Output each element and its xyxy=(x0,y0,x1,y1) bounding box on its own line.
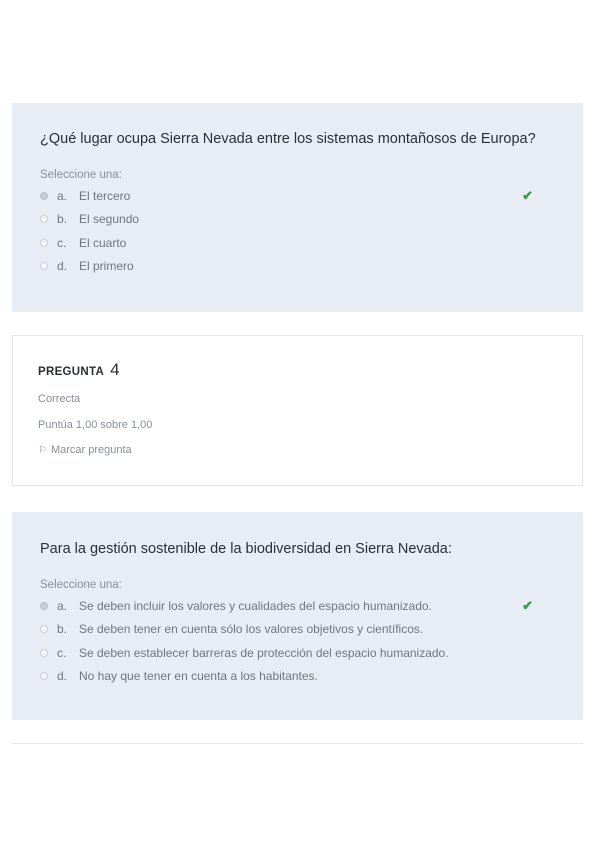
option-label: El cuarto xyxy=(79,235,127,250)
radio-icon[interactable] xyxy=(40,648,48,657)
question-number: 4 xyxy=(110,360,120,379)
question-4-option-d[interactable]: d. No hay que tener en cuenta a los habi… xyxy=(40,665,555,689)
question-4-info: PREGUNTA 4 Correcta Puntúa 1,00 sobre 1,… xyxy=(12,335,583,486)
flag-question-link[interactable]: ⚐ Marcar pregunta xyxy=(38,444,557,456)
check-icon: ✔ xyxy=(522,597,533,613)
question-label: PREGUNTA xyxy=(38,366,105,378)
radio-icon[interactable] xyxy=(40,262,48,271)
question-3-option-c[interactable]: c. El cuarto xyxy=(40,231,555,255)
question-3-text: ¿Qué lugar ocupa Sierra Nevada entre los… xyxy=(40,131,536,147)
radio-selected-icon[interactable] xyxy=(40,601,48,610)
option-letter: d. xyxy=(57,669,68,684)
option-letter: a. xyxy=(57,188,68,203)
radio-icon[interactable] xyxy=(40,215,48,224)
option-label: Se deben incluir los valores y cualidade… xyxy=(79,598,432,613)
question-3-option-d[interactable]: d. El primero xyxy=(40,255,555,279)
check-icon: ✔ xyxy=(522,187,533,203)
option-label: El tercero xyxy=(79,188,131,203)
radio-selected-icon[interactable] xyxy=(40,191,48,200)
option-letter: a. xyxy=(57,598,68,613)
section-divider xyxy=(12,743,583,744)
question-3-option-a[interactable]: a. El tercero ✔ xyxy=(40,184,555,208)
option-letter: d. xyxy=(57,259,68,274)
flag-icon: ⚐ xyxy=(38,444,47,456)
question-3-option-b[interactable]: b. El segundo xyxy=(40,208,555,232)
question-status: Correcta xyxy=(38,393,81,405)
radio-icon[interactable] xyxy=(40,238,48,247)
option-letter: b. xyxy=(57,622,68,637)
question-4-text: Para la gestión sostenible de la biodive… xyxy=(40,541,452,557)
option-label: El segundo xyxy=(79,212,140,227)
question-4-prompt: Seleccione una: xyxy=(40,579,122,591)
option-label: Se deben establecer barreras de protecci… xyxy=(79,645,449,660)
question-4-option-a[interactable]: a. Se deben incluir los valores y cualid… xyxy=(40,594,555,618)
question-4-option-c[interactable]: c. Se deben establecer barreras de prote… xyxy=(40,641,555,665)
option-letter: c. xyxy=(57,235,67,250)
option-letter: b. xyxy=(57,212,68,227)
option-label: No hay que tener en cuenta a los habitan… xyxy=(79,669,318,684)
question-4-panel: Para la gestión sostenible de la biodive… xyxy=(12,512,583,720)
question-score: Puntúa 1,00 sobre 1,00 xyxy=(38,419,153,431)
option-label: Se deben tener en cuenta sólo los valore… xyxy=(79,622,424,637)
question-3-panel: ¿Qué lugar ocupa Sierra Nevada entre los… xyxy=(12,103,583,312)
option-letter: c. xyxy=(57,645,67,660)
question-header: PREGUNTA 4 xyxy=(38,360,557,380)
option-label: El primero xyxy=(79,259,134,274)
radio-icon[interactable] xyxy=(40,625,48,634)
radio-icon[interactable] xyxy=(40,672,48,681)
question-4-option-b[interactable]: b. Se deben tener en cuenta sólo los val… xyxy=(40,618,555,642)
flag-question-label: Marcar pregunta xyxy=(50,444,132,456)
question-3-prompt: Seleccione una: xyxy=(40,169,122,181)
